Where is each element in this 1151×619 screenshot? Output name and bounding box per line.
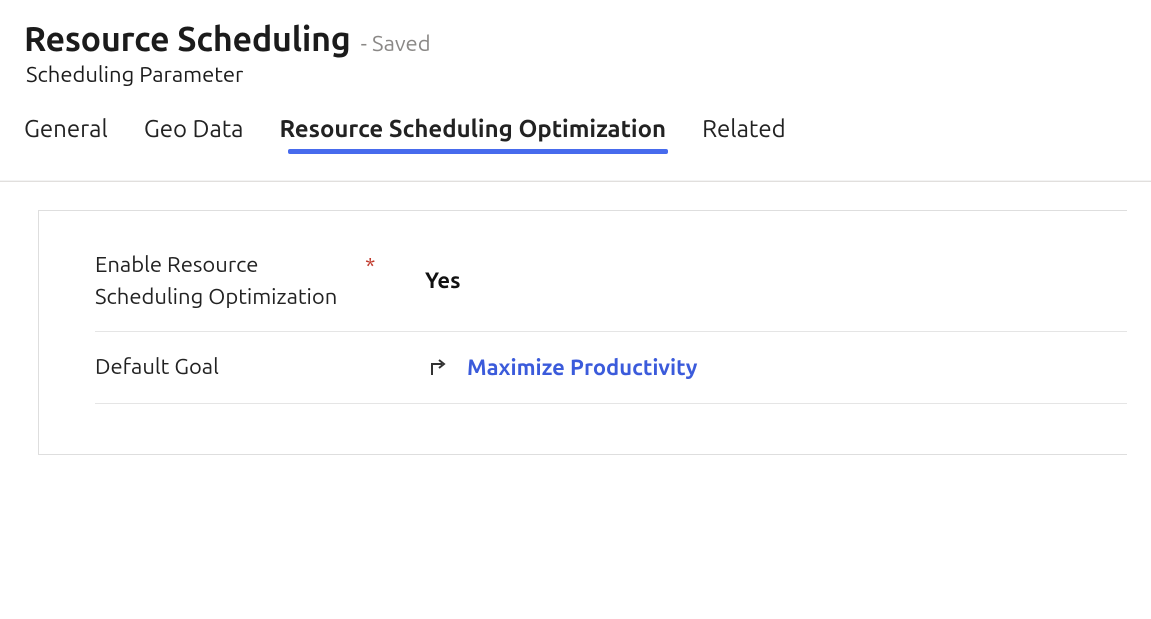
field-label: Enable Resource Scheduling Optimization [95,249,365,313]
tab-geo-data[interactable]: Geo Data [144,115,244,150]
lookup-arrow-icon [425,355,451,379]
tabs: General Geo Data Resource Scheduling Opt… [24,115,1127,150]
lookup-link-default-goal[interactable]: Maximize Productivity [467,355,697,380]
tab-related[interactable]: Related [702,115,786,150]
field-label: Default Goal [95,351,365,383]
form-panel: Enable Resource Scheduling Optimization … [38,210,1127,455]
title-row: Resource Scheduling - Saved [24,20,1127,58]
field-default-goal: Default Goal Maximize Productivity [95,332,1127,404]
tab-resource-scheduling-optimization[interactable]: Resource Scheduling Optimization [280,115,667,150]
entity-subtitle: Scheduling Parameter [26,62,1127,87]
required-marker: * [365,249,425,278]
page-root: Resource Scheduling - Saved Scheduling P… [0,0,1151,495]
field-enable-rso: Enable Resource Scheduling Optimization … [95,243,1127,332]
save-status: - Saved [361,31,431,56]
tab-divider [0,180,1151,182]
field-value-enable-rso[interactable]: Yes [425,268,460,293]
tab-general[interactable]: General [24,115,108,150]
field-value-default-goal[interactable]: Maximize Productivity [425,355,697,380]
page-title: Resource Scheduling [24,20,351,58]
